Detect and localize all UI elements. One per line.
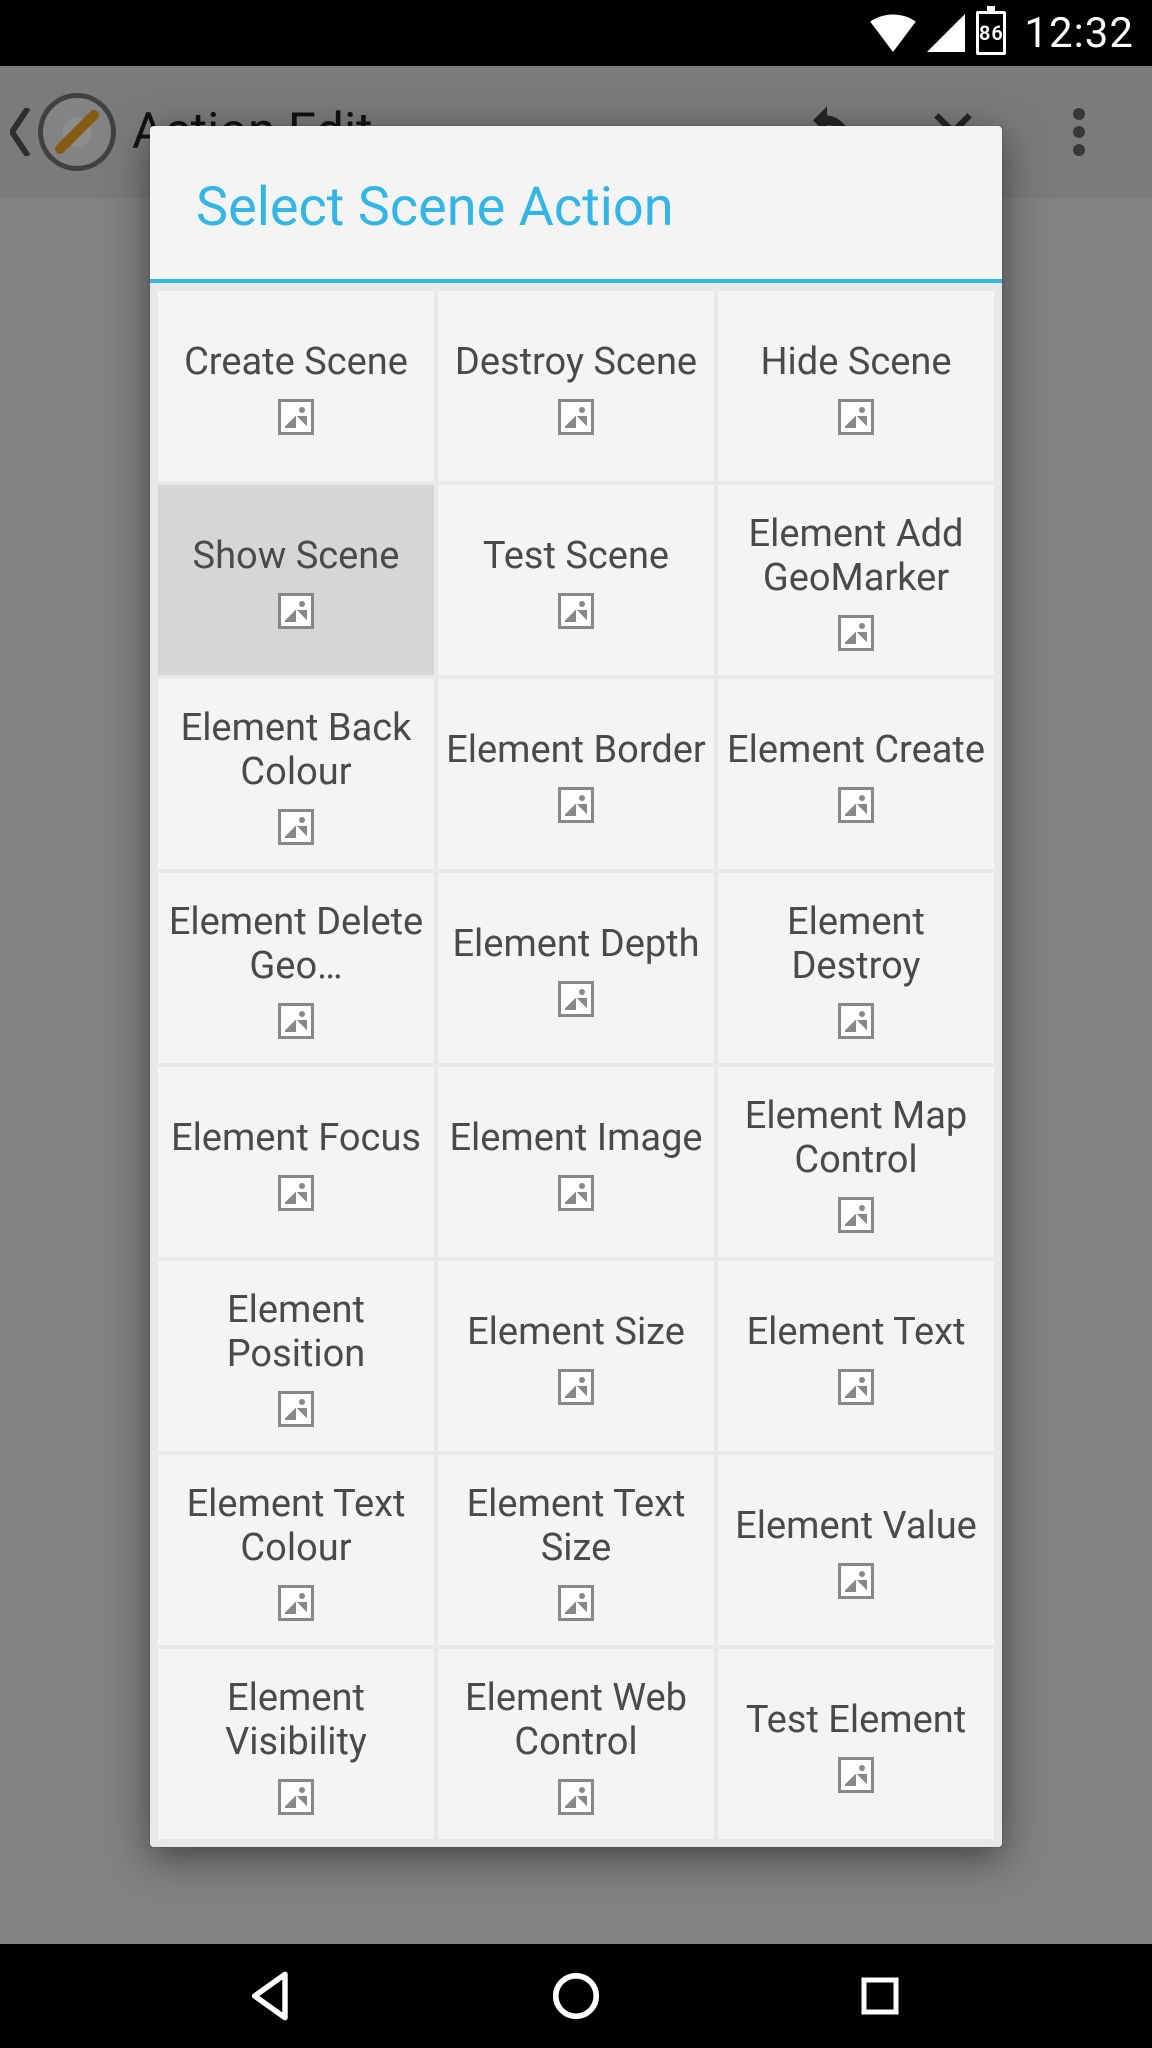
action-cell-label: Test Element xyxy=(746,1699,966,1743)
action-cell[interactable]: Destroy Scene xyxy=(438,291,714,481)
battery-icon: 86 xyxy=(976,11,1006,55)
action-grid: Create Scene Destroy Scene Hide Scene Show … xyxy=(150,283,1002,1847)
select-scene-action-dialog: Select Scene Action Create Scene Destroy … xyxy=(150,126,1002,1847)
image-placeholder-icon xyxy=(838,1757,874,1793)
action-cell-label: Element Border xyxy=(446,729,706,773)
action-cell[interactable]: Element Image xyxy=(438,1067,714,1257)
action-cell-label: Element Position xyxy=(164,1289,428,1376)
image-placeholder-icon xyxy=(838,1563,874,1599)
action-cell[interactable]: Element Visibility xyxy=(158,1649,434,1839)
action-cell-label: Element Size xyxy=(467,1311,685,1355)
action-cell-label: Element Image xyxy=(449,1117,702,1161)
action-cell-label: Element Create xyxy=(727,729,985,773)
dialog-title: Select Scene Action xyxy=(150,126,1002,279)
image-placeholder-icon xyxy=(278,1003,314,1039)
image-placeholder-icon xyxy=(838,1369,874,1405)
action-cell[interactable]: Element Delete Geo… xyxy=(158,873,434,1063)
action-cell[interactable]: Element Add GeoMarker xyxy=(718,485,994,675)
action-cell[interactable]: Test Element xyxy=(718,1649,994,1839)
action-cell[interactable]: Element Text xyxy=(718,1261,994,1451)
action-cell-label: Element Value xyxy=(735,1505,977,1549)
action-cell-label: Test Scene xyxy=(483,535,669,579)
action-cell-label: Element Visibility xyxy=(164,1677,428,1764)
action-cell[interactable]: Element Depth xyxy=(438,873,714,1063)
action-cell[interactable]: Element Destroy xyxy=(718,873,994,1063)
action-cell-label: Element Destroy xyxy=(724,901,988,988)
android-navbar xyxy=(0,1944,1152,2048)
action-cell-label: Element Focus xyxy=(171,1117,421,1161)
action-cell-label: Destroy Scene xyxy=(455,341,697,385)
action-cell-label: Element Back Colour xyxy=(164,707,428,794)
image-placeholder-icon xyxy=(278,1585,314,1621)
image-placeholder-icon xyxy=(558,981,594,1017)
action-cell[interactable]: Element Web Control xyxy=(438,1649,714,1839)
image-placeholder-icon xyxy=(278,399,314,435)
image-placeholder-icon xyxy=(278,809,314,845)
cell-signal-icon xyxy=(926,14,966,52)
image-placeholder-icon xyxy=(558,787,594,823)
action-cell[interactable]: Element Text Colour xyxy=(158,1455,434,1645)
image-placeholder-icon xyxy=(278,1779,314,1815)
action-cell[interactable]: Element Text Size xyxy=(438,1455,714,1645)
action-cell-label: Element Text Size xyxy=(444,1483,708,1570)
action-cell-label: Element Delete Geo… xyxy=(164,901,428,988)
image-placeholder-icon xyxy=(558,593,594,629)
image-placeholder-icon xyxy=(558,1585,594,1621)
action-cell[interactable]: Element Back Colour xyxy=(158,679,434,869)
image-placeholder-icon xyxy=(838,399,874,435)
image-placeholder-icon xyxy=(278,1391,314,1427)
action-cell-label: Element Web Control xyxy=(444,1677,708,1764)
action-cell-label: Element Text Colour xyxy=(164,1483,428,1570)
action-cell-label: Element Map Control xyxy=(724,1095,988,1182)
image-placeholder-icon xyxy=(558,399,594,435)
recents-nav-button[interactable] xyxy=(845,1961,915,2031)
image-placeholder-icon xyxy=(838,1003,874,1039)
action-cell[interactable]: Show Scene xyxy=(158,485,434,675)
action-cell-label: Element Add GeoMarker xyxy=(724,513,988,600)
image-placeholder-icon xyxy=(558,1369,594,1405)
image-placeholder-icon xyxy=(838,1197,874,1233)
image-placeholder-icon xyxy=(558,1779,594,1815)
image-placeholder-icon xyxy=(838,787,874,823)
status-bar: 86 12:32 xyxy=(0,0,1152,66)
action-cell[interactable]: Element Border xyxy=(438,679,714,869)
action-cell-label: Create Scene xyxy=(184,341,408,385)
action-cell-label: Hide Scene xyxy=(760,341,951,385)
action-cell[interactable]: Element Focus xyxy=(158,1067,434,1257)
action-cell[interactable]: Test Scene xyxy=(438,485,714,675)
image-placeholder-icon xyxy=(558,1175,594,1211)
back-nav-button[interactable] xyxy=(237,1961,307,2031)
image-placeholder-icon xyxy=(278,1175,314,1211)
action-cell-label: Element Text xyxy=(747,1311,966,1355)
action-cell[interactable]: Element Map Control xyxy=(718,1067,994,1257)
action-cell[interactable]: Element Value xyxy=(718,1455,994,1645)
clock: 12:32 xyxy=(1024,9,1134,58)
battery-level: 86 xyxy=(979,21,1004,45)
wifi-icon xyxy=(870,14,916,52)
action-cell[interactable]: Hide Scene xyxy=(718,291,994,481)
action-cell[interactable]: Element Position xyxy=(158,1261,434,1451)
image-placeholder-icon xyxy=(838,615,874,651)
action-cell[interactable]: Element Size xyxy=(438,1261,714,1451)
action-cell[interactable]: Create Scene xyxy=(158,291,434,481)
action-cell-label: Element Depth xyxy=(452,923,699,967)
image-placeholder-icon xyxy=(278,593,314,629)
home-nav-button[interactable] xyxy=(541,1961,611,2031)
action-cell-label: Show Scene xyxy=(193,535,400,579)
action-cell[interactable]: Element Create xyxy=(718,679,994,869)
